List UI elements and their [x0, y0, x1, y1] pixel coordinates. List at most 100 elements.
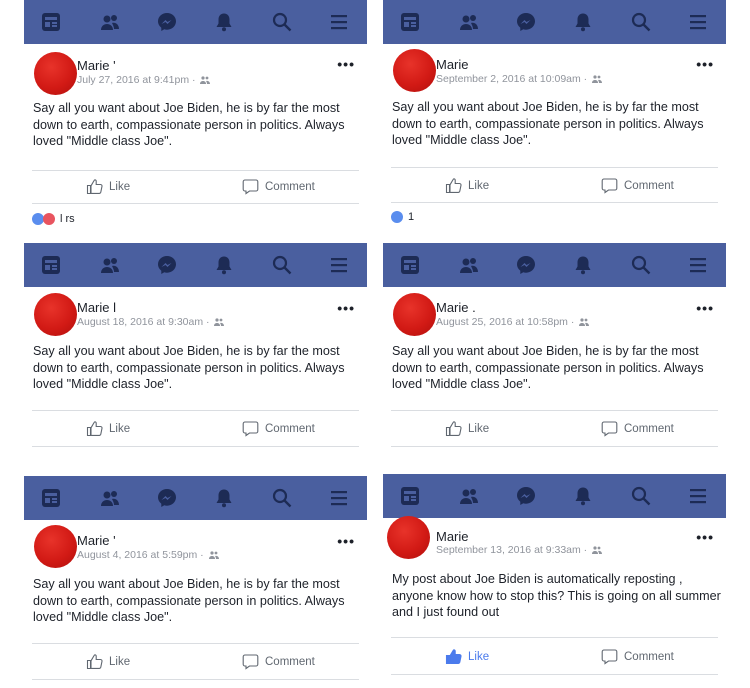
more-options-icon[interactable]: •••	[696, 300, 714, 316]
like-button[interactable]: Like	[86, 178, 130, 195]
comment-button[interactable]: Comment	[242, 178, 315, 195]
post-timestamp[interactable]: September 13, 2016 at 9:33am ·	[436, 544, 603, 556]
messenger-icon[interactable]	[157, 12, 177, 32]
search-icon[interactable]	[272, 488, 292, 508]
menu-icon[interactable]	[688, 12, 708, 32]
post-timestamp[interactable]: August 18, 2016 at 9:30am ·	[77, 316, 225, 328]
like-button[interactable]: Like	[445, 648, 489, 665]
avatar[interactable]	[387, 516, 430, 559]
thumbs-up-icon	[445, 649, 462, 665]
menu-icon[interactable]	[688, 255, 708, 275]
comment-button[interactable]: Comment	[242, 420, 315, 437]
more-options-icon[interactable]: •••	[696, 529, 714, 545]
news-feed-icon[interactable]	[41, 488, 61, 508]
search-icon[interactable]	[272, 255, 292, 275]
reactions-summary[interactable]: 1	[391, 211, 414, 223]
search-icon[interactable]	[631, 12, 651, 32]
comment-label: Comment	[624, 179, 674, 192]
notifications-icon[interactable]	[214, 12, 234, 32]
comment-icon	[242, 179, 259, 195]
comment-button[interactable]: Comment	[601, 177, 674, 194]
more-options-icon[interactable]: •••	[337, 300, 355, 316]
timestamp-text[interactable]: August 4, 2016 at 5:59pm	[77, 549, 197, 561]
messenger-icon[interactable]	[516, 486, 536, 506]
comment-button[interactable]: Comment	[242, 653, 315, 670]
news-feed-icon[interactable]	[41, 12, 61, 32]
author-name[interactable]: Marie	[436, 57, 469, 72]
timestamp-text[interactable]: July 27, 2016 at 9:41pm	[77, 74, 189, 86]
news-feed-icon[interactable]	[400, 12, 420, 32]
search-icon[interactable]	[272, 12, 292, 32]
timestamp-text[interactable]: September 2, 2016 at 10:09am	[436, 73, 581, 85]
notifications-icon[interactable]	[214, 255, 234, 275]
divider	[32, 170, 359, 171]
reactions-summary[interactable]: l rs	[32, 213, 75, 225]
news-feed-icon[interactable]	[41, 255, 61, 275]
like-button[interactable]: Like	[445, 420, 489, 437]
thumbs-up-icon	[86, 421, 103, 437]
divider	[391, 637, 718, 638]
author-name[interactable]: Marie '	[77, 58, 116, 73]
messenger-icon[interactable]	[157, 255, 177, 275]
top-navbar	[24, 476, 367, 520]
comment-button[interactable]: Comment	[601, 648, 674, 665]
menu-icon[interactable]	[329, 488, 349, 508]
timestamp-text[interactable]: August 18, 2016 at 9:30am	[77, 316, 203, 328]
divider	[32, 410, 359, 411]
friends-audience-icon	[208, 551, 219, 559]
like-button[interactable]: Like	[86, 420, 130, 437]
avatar[interactable]	[34, 525, 77, 568]
comment-icon	[242, 421, 259, 437]
notifications-icon[interactable]	[573, 255, 593, 275]
post-timestamp[interactable]: August 25, 2016 at 10:58pm ·	[436, 316, 590, 328]
menu-icon[interactable]	[688, 486, 708, 506]
author-name[interactable]: Marie '	[77, 533, 116, 548]
friends-icon[interactable]	[100, 255, 120, 275]
comment-icon	[601, 421, 618, 437]
messenger-icon[interactable]	[516, 255, 536, 275]
friends-icon[interactable]	[100, 12, 120, 32]
post-timestamp[interactable]: July 27, 2016 at 9:41pm ·	[77, 74, 211, 86]
menu-icon[interactable]	[329, 12, 349, 32]
comment-label: Comment	[265, 180, 315, 193]
author-name[interactable]: Marie l	[77, 300, 116, 315]
avatar[interactable]	[393, 293, 436, 336]
more-options-icon[interactable]: •••	[696, 56, 714, 72]
avatar[interactable]	[34, 293, 77, 336]
author-name[interactable]: Marie	[436, 529, 469, 544]
friends-icon[interactable]	[459, 486, 479, 506]
menu-icon[interactable]	[329, 255, 349, 275]
avatar[interactable]	[34, 52, 77, 95]
timestamp-text[interactable]: September 13, 2016 at 9:33am	[436, 544, 581, 556]
like-button[interactable]: Like	[445, 177, 489, 194]
notifications-icon[interactable]	[573, 486, 593, 506]
post-timestamp[interactable]: August 4, 2016 at 5:59pm ·	[77, 549, 219, 561]
like-button[interactable]: Like	[86, 653, 130, 670]
like-label: Like	[109, 655, 131, 668]
friends-audience-icon	[592, 546, 603, 554]
more-options-icon[interactable]: •••	[337, 56, 355, 72]
divider	[391, 202, 718, 203]
friends-icon[interactable]	[459, 255, 479, 275]
search-icon[interactable]	[631, 486, 651, 506]
news-feed-icon[interactable]	[400, 486, 420, 506]
more-options-icon[interactable]: •••	[337, 533, 355, 549]
messenger-icon[interactable]	[516, 12, 536, 32]
comment-icon	[601, 649, 618, 665]
notifications-icon[interactable]	[573, 12, 593, 32]
comment-button[interactable]: Comment	[601, 420, 674, 437]
reactions-text: l rs	[60, 213, 75, 225]
messenger-icon[interactable]	[157, 488, 177, 508]
post-timestamp[interactable]: September 2, 2016 at 10:09am ·	[436, 73, 603, 85]
search-icon[interactable]	[631, 255, 651, 275]
like-reaction-icon	[391, 211, 403, 223]
news-feed-icon[interactable]	[400, 255, 420, 275]
top-navbar	[383, 474, 726, 518]
avatar[interactable]	[393, 49, 436, 92]
timestamp-text[interactable]: August 25, 2016 at 10:58pm	[436, 316, 568, 328]
author-name[interactable]: Marie .	[436, 300, 476, 315]
friends-icon[interactable]	[459, 12, 479, 32]
friends-icon[interactable]	[100, 488, 120, 508]
friends-audience-icon	[579, 318, 590, 326]
notifications-icon[interactable]	[214, 488, 234, 508]
